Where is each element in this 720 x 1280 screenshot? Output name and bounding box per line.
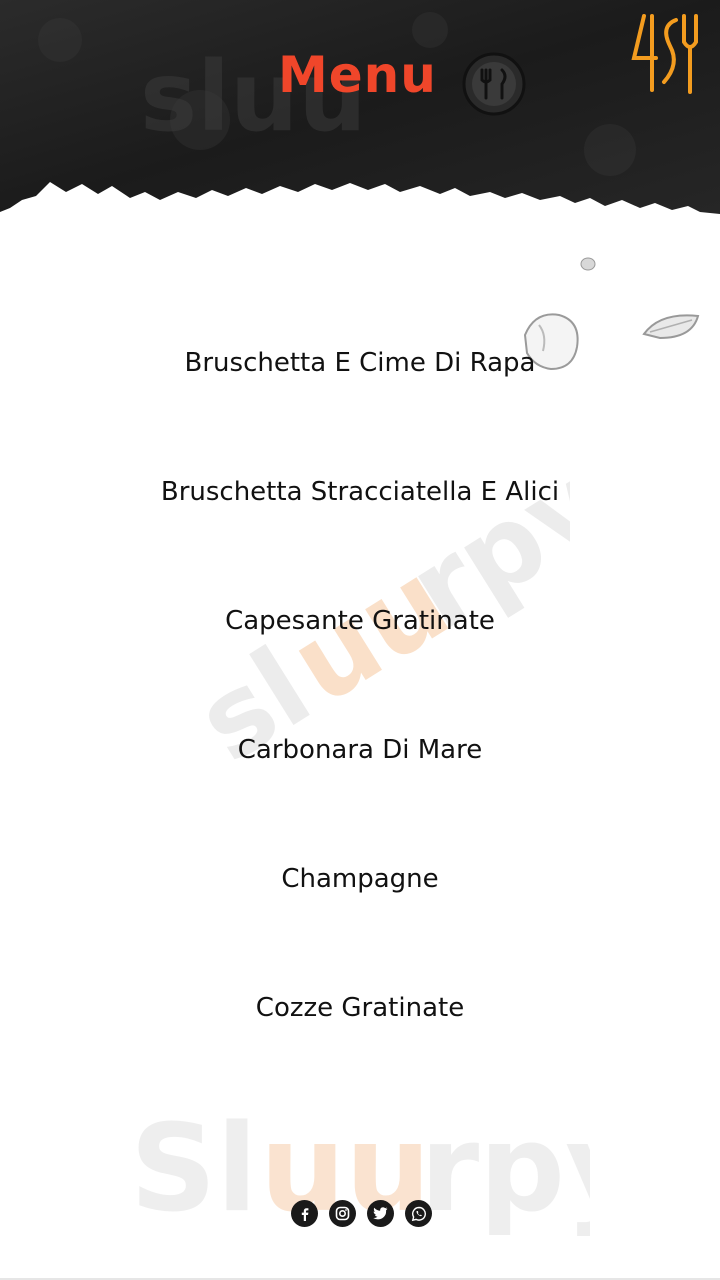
whatsapp-button[interactable] bbox=[405, 1200, 432, 1227]
menu-item[interactable]: Champagne bbox=[0, 814, 720, 943]
twitter-icon bbox=[373, 1207, 388, 1220]
menu-item[interactable]: Bruschetta Stracciatella E Alici bbox=[0, 427, 720, 556]
instagram-button[interactable] bbox=[329, 1200, 356, 1227]
svg-text:rpy: rpy bbox=[420, 1100, 590, 1239]
facebook-button[interactable] bbox=[291, 1200, 318, 1227]
menu-item[interactable]: Bruschetta E Cime Di Rapa bbox=[0, 298, 720, 427]
brand-logo-icon bbox=[631, 14, 698, 94]
instagram-icon bbox=[335, 1206, 350, 1221]
menu-item[interactable]: Capesante Gratinate bbox=[0, 556, 720, 685]
cutlery-badge-icon bbox=[462, 52, 526, 116]
menu-item[interactable]: Carbonara Di Mare bbox=[0, 685, 720, 814]
menu-list: Bruschetta E Cime Di Rapa Bruschetta Str… bbox=[0, 298, 720, 1072]
facebook-icon bbox=[301, 1207, 308, 1221]
whatsapp-icon bbox=[411, 1206, 426, 1221]
page-title: Menu bbox=[278, 46, 437, 104]
svg-text:Sl: Sl bbox=[130, 1100, 258, 1239]
menu-item[interactable]: Cozze Gratinate bbox=[0, 943, 720, 1072]
header-background: sluu bbox=[0, 0, 720, 214]
twitter-button[interactable] bbox=[367, 1200, 394, 1227]
social-links bbox=[291, 1200, 432, 1227]
pepper-doodle-icon bbox=[580, 257, 596, 271]
header: sluu Menu bbox=[0, 0, 720, 240]
menu-page: sluu Menu sl uu rpy Sl uu rp Bruschetta … bbox=[0, 0, 720, 1280]
